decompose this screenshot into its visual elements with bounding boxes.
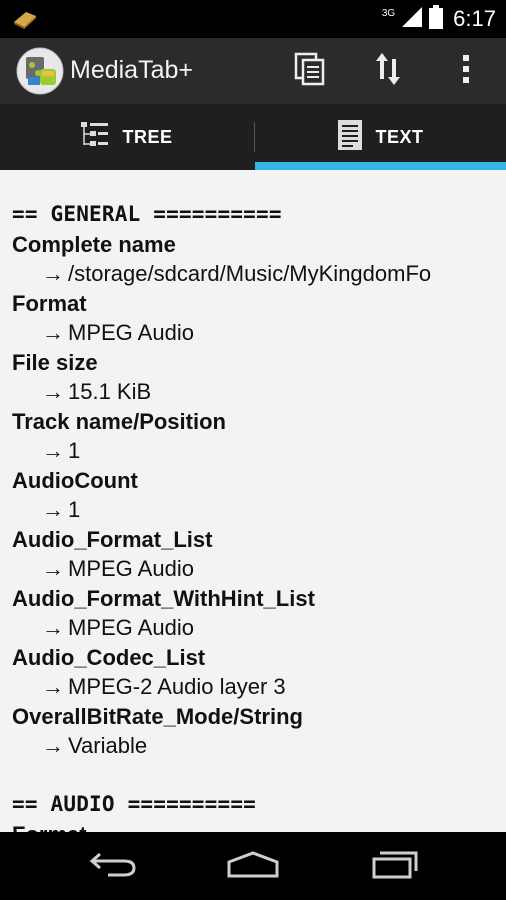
field-value: → MPEG Audio	[12, 554, 506, 584]
section-header-general: == GENERAL ==========	[12, 202, 282, 226]
field-key: AudioCount	[12, 467, 138, 493]
copy-button[interactable]	[280, 38, 340, 104]
field-value-text: 15.1 KiB	[68, 379, 152, 404]
field-value-text: /storage/sdcard/Music/MyKingdomFo	[68, 261, 432, 286]
overflow-menu-button[interactable]	[436, 38, 496, 104]
recent-apps-button[interactable]	[359, 840, 431, 892]
navigation-bar	[0, 832, 506, 900]
media-info-text-view[interactable]: == GENERAL ========== Complete name →/st…	[0, 170, 506, 832]
field-value-text: 1	[68, 497, 81, 522]
field-key: Track name/Position	[12, 408, 226, 434]
back-icon	[88, 850, 138, 883]
field-value: → 1	[12, 436, 506, 466]
action-bar: MediaTab+	[0, 38, 506, 104]
battery-icon	[429, 4, 444, 34]
app-logo-icon[interactable]	[16, 47, 64, 95]
field-value-text: MPEG Audio	[68, 320, 194, 345]
selected-tab-indicator	[255, 162, 506, 170]
arrow-icon: →	[42, 733, 64, 758]
field-value: → MPEG Audio	[12, 613, 506, 643]
overflow-menu-icon	[462, 54, 470, 89]
tab-bar: TREE TEXT	[0, 104, 506, 170]
field-value-text: MPEG-2 Audio layer 3	[68, 674, 286, 699]
notification-book-icon	[12, 10, 38, 35]
field-value-text: Variable	[68, 733, 148, 758]
arrow-icon: →	[42, 261, 64, 286]
field-key: Format	[12, 820, 506, 833]
field-value: → 15.1 KiB	[12, 377, 506, 407]
app-title: MediaTab+	[70, 56, 193, 84]
tab-text-label: TEXT	[375, 126, 424, 147]
status-bar: 3G 6:17	[0, 0, 506, 38]
field-value: →/storage/sdcard/Music/MyKingdomFo	[12, 259, 506, 289]
arrow-icon: →	[42, 379, 64, 404]
arrow-icon: →	[42, 556, 64, 581]
app-screen: 3G 6:17 MediaTab+ TREE TEXT == GENERAL =…	[0, 0, 506, 900]
arrow-icon: →	[42, 320, 64, 345]
tree-icon	[80, 120, 110, 155]
tab-tree[interactable]: TREE	[0, 104, 253, 170]
section-header-audio: == AUDIO ==========	[12, 792, 257, 816]
arrow-icon: →	[42, 615, 64, 640]
field-key: Complete name	[12, 231, 176, 257]
sort-button[interactable]	[358, 38, 418, 104]
field-value-text: MPEG Audio	[68, 556, 194, 581]
media-info-list: == GENERAL ========== Complete name →/st…	[12, 200, 506, 832]
home-icon	[225, 850, 281, 883]
field-value: → 1	[12, 495, 506, 525]
field-value-text: 1	[68, 438, 81, 463]
field-key: Format	[12, 290, 87, 316]
arrow-icon: →	[42, 438, 64, 463]
field-key: Audio_Format_WithHint_List	[12, 585, 315, 611]
field-key: Audio_Format_List	[12, 526, 213, 552]
home-button[interactable]	[217, 840, 289, 892]
field-value: → MPEG Audio	[12, 318, 506, 348]
tab-tree-label: TREE	[122, 126, 173, 147]
field-key: OverallBitRate_Mode/String	[12, 703, 303, 729]
sort-icon	[374, 51, 402, 92]
network-type-label: 3G	[381, 8, 396, 19]
field-key: Audio_Codec_List	[12, 644, 206, 670]
field-value-text: MPEG Audio	[68, 615, 194, 640]
copy-icon	[294, 52, 326, 91]
field-value: → Variable	[12, 731, 506, 761]
signal-icon	[401, 6, 423, 33]
arrow-icon: →	[42, 674, 64, 699]
tab-text[interactable]: TEXT	[255, 104, 506, 170]
arrow-icon: →	[42, 497, 64, 522]
clock: 6:17	[453, 6, 496, 31]
field-value: → MPEG-2 Audio layer 3	[12, 672, 506, 702]
recent-apps-icon	[370, 849, 420, 884]
back-button[interactable]	[77, 840, 149, 892]
field-key: File size	[12, 349, 98, 375]
text-icon	[337, 119, 363, 156]
